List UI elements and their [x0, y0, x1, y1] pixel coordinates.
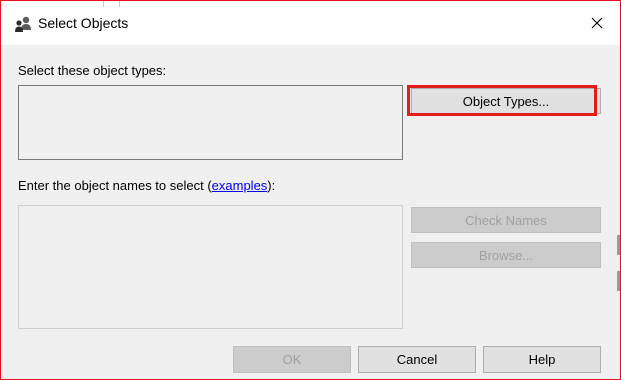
dialog-title: Select Objects — [38, 15, 129, 31]
object-types-button-label: Object Types... — [462, 93, 550, 109]
close-button[interactable] — [574, 1, 620, 45]
edge-marker — [617, 235, 620, 255]
browse-button[interactable]: Browse... — [411, 242, 601, 268]
title-bar-tick — [119, 1, 120, 7]
select-objects-dialog: Select Objects Select these object types… — [0, 0, 621, 380]
title-bar-tick — [103, 1, 104, 7]
cancel-button-label: Cancel — [396, 352, 438, 367]
edge-marker — [617, 271, 620, 291]
ok-button[interactable]: OK — [233, 346, 351, 373]
object-names-label: Enter the object names to select (exampl… — [18, 178, 275, 193]
users-icon — [15, 16, 31, 32]
cancel-button[interactable]: Cancel — [358, 346, 476, 373]
examples-link[interactable]: examples — [212, 178, 268, 193]
close-icon — [591, 17, 603, 29]
object-names-label-suffix: ): — [267, 178, 276, 193]
check-names-button[interactable]: Check Names — [411, 207, 601, 233]
object-types-button[interactable]: Object Types... — [411, 88, 601, 114]
help-button-label: Help — [528, 352, 556, 367]
object-names-label-prefix: Enter the object names to select ( — [18, 178, 212, 193]
object-names-input[interactable] — [18, 205, 403, 329]
check-names-button-label: Check Names — [465, 212, 547, 228]
ok-button-label: OK — [282, 352, 302, 367]
browse-button-label: Browse... — [478, 247, 534, 263]
help-button[interactable]: Help — [483, 346, 601, 373]
object-types-label: Select these object types: — [18, 63, 167, 78]
object-types-box — [18, 85, 403, 160]
title-bar: Select Objects — [1, 1, 620, 45]
